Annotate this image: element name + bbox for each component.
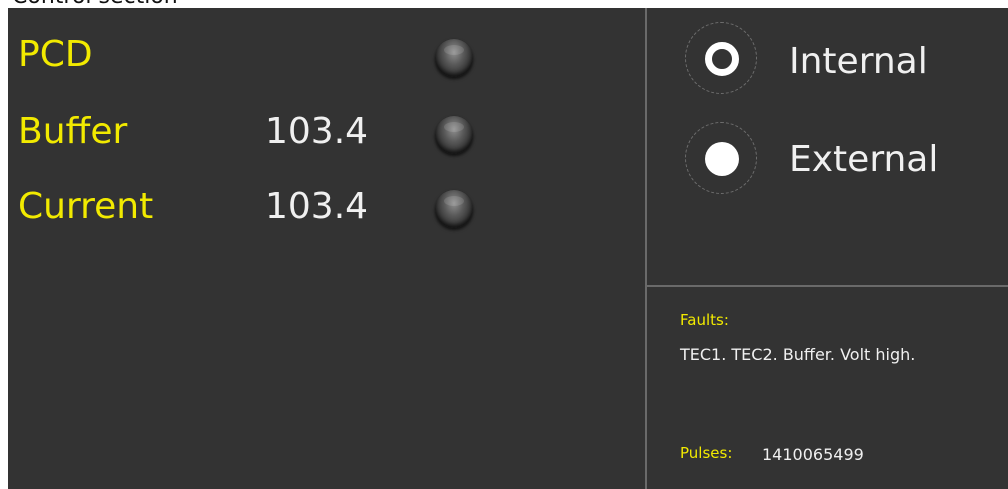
internal-radio-label[interactable]: Internal bbox=[789, 42, 928, 82]
current-label: Current bbox=[18, 186, 154, 227]
horizontal-divider bbox=[647, 285, 1008, 287]
pulses-label: Pulses: bbox=[680, 444, 733, 462]
faults-label: Faults: bbox=[680, 311, 729, 329]
pulses-value: 1410065499 bbox=[762, 445, 864, 464]
control-panel: PCD Buffer 103.4 Current 103.4 Internal … bbox=[8, 8, 1008, 489]
buffer-label: Buffer bbox=[18, 111, 128, 152]
faults-text: TEC1. TEC2. Buffer. Volt high. bbox=[680, 345, 916, 364]
external-radio-label[interactable]: External bbox=[789, 140, 938, 180]
pcd-label: PCD bbox=[18, 34, 93, 75]
buffer-indicator-led bbox=[435, 116, 473, 154]
internal-radio-indicator bbox=[705, 42, 739, 76]
internal-radio[interactable] bbox=[685, 22, 757, 94]
vertical-divider bbox=[645, 8, 647, 489]
page-title: Control section bbox=[12, 0, 178, 8]
external-radio[interactable] bbox=[685, 122, 757, 194]
buffer-value: 103.4 bbox=[265, 111, 369, 152]
pcd-indicator-led bbox=[435, 39, 473, 77]
current-value: 103.4 bbox=[265, 186, 369, 227]
current-indicator-led bbox=[435, 190, 473, 228]
external-radio-indicator bbox=[705, 142, 739, 176]
